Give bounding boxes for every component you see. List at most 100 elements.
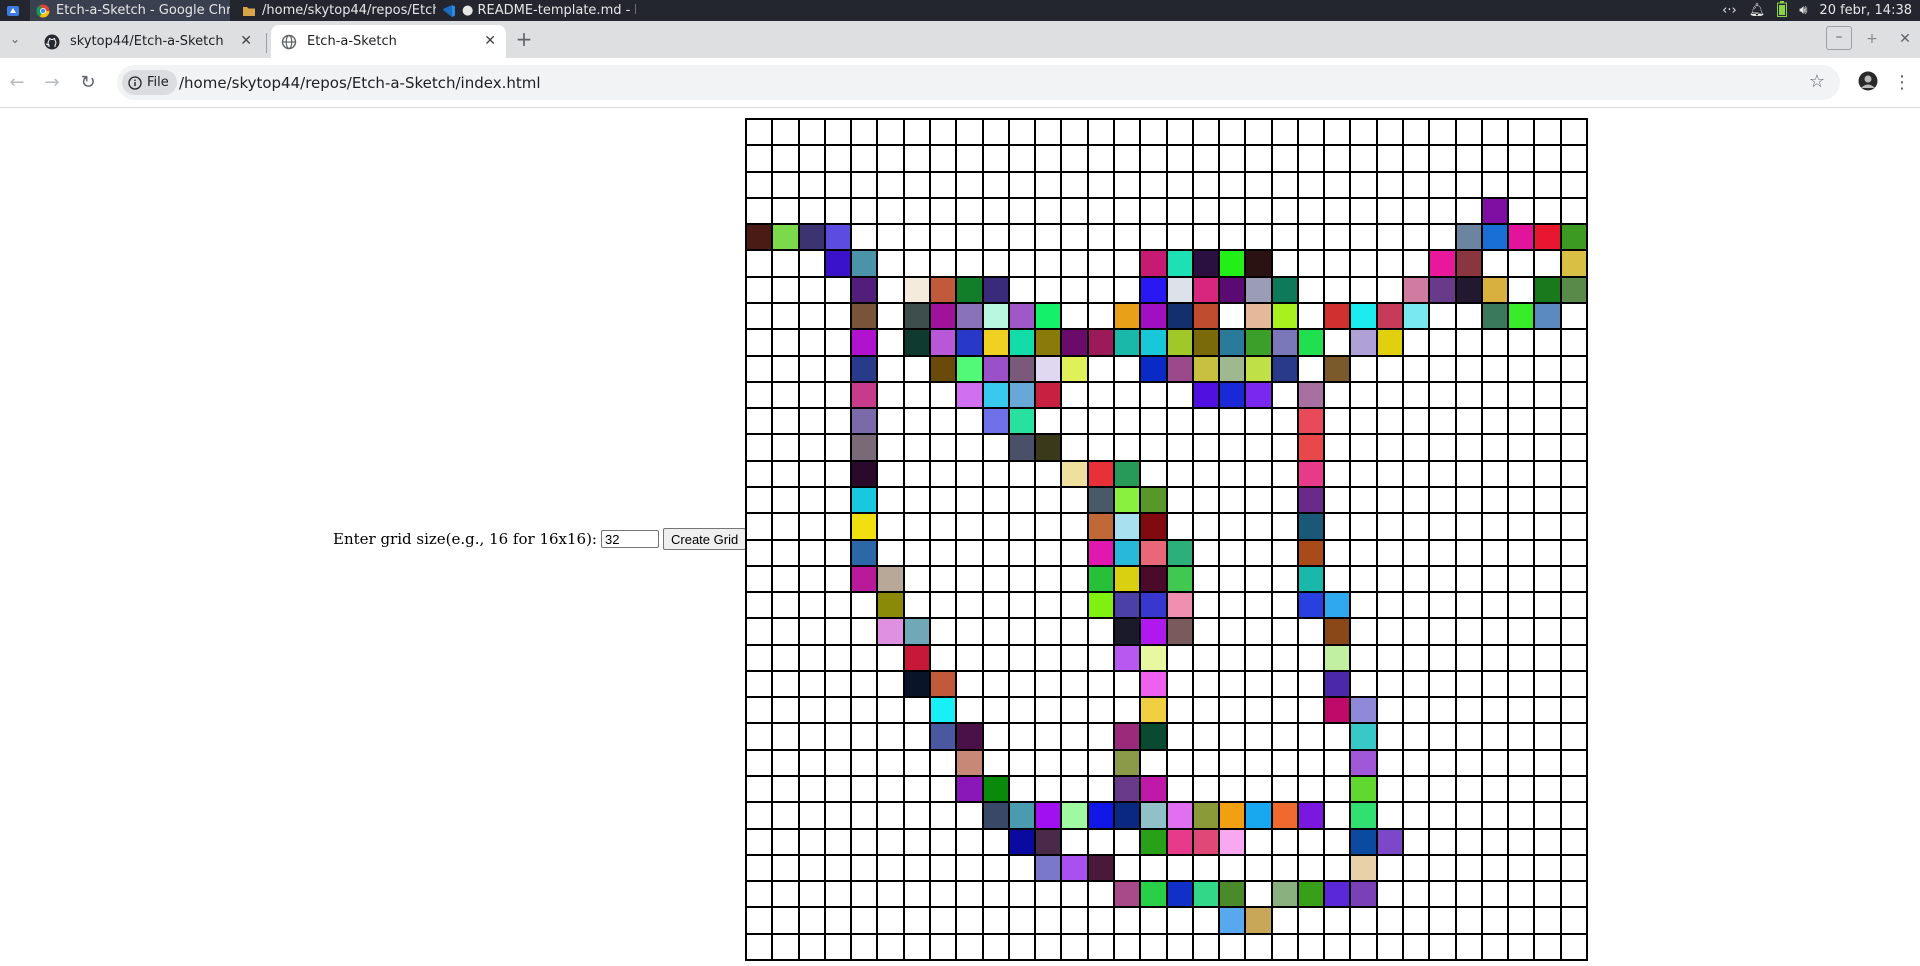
grid-cell[interactable]: [982, 592, 1009, 619]
grid-cell[interactable]: [1403, 408, 1430, 435]
grid-cell[interactable]: [1508, 355, 1535, 382]
grid-cell[interactable]: [982, 723, 1009, 750]
grid-cell[interactable]: [1035, 329, 1062, 356]
grid-cell[interactable]: [877, 171, 904, 198]
grid-cell[interactable]: [1271, 460, 1298, 487]
network-icon[interactable]: ‹·›: [1722, 3, 1737, 18]
grid-cell[interactable]: [851, 460, 878, 487]
url-text[interactable]: /home/skytop44/repos/Etch-a-Sketch/index…: [179, 74, 541, 92]
grid-cell[interactable]: [824, 408, 852, 435]
grid-cell[interactable]: [1350, 749, 1377, 777]
grid-cell[interactable]: [1376, 749, 1404, 777]
grid-cell[interactable]: [1297, 881, 1325, 908]
grid-cell[interactable]: [1350, 250, 1377, 277]
grid-cell[interactable]: [956, 670, 983, 698]
grid-cell[interactable]: [1376, 565, 1404, 593]
battery-icon[interactable]: [1777, 0, 1788, 21]
grid-cell[interactable]: [1481, 565, 1509, 593]
grid-cell[interactable]: [1560, 592, 1587, 619]
grid-cell[interactable]: [772, 434, 799, 461]
grid-cell[interactable]: [1534, 119, 1561, 146]
grid-cell[interactable]: [851, 854, 878, 882]
grid-cell[interactable]: [1560, 302, 1587, 330]
profile-avatar[interactable]: [1856, 71, 1880, 95]
grid-cell[interactable]: [903, 224, 930, 251]
grid-cell[interactable]: [1350, 197, 1377, 225]
grid-cell[interactable]: [1061, 907, 1088, 934]
grid-cell[interactable]: [1061, 250, 1088, 277]
grid-cell[interactable]: [929, 145, 957, 172]
grid-cell[interactable]: [1245, 486, 1272, 514]
grid-cell[interactable]: [1560, 276, 1587, 303]
grid-cell[interactable]: [1455, 592, 1482, 619]
grid-cell[interactable]: [1403, 250, 1430, 277]
grid-cell[interactable]: [903, 644, 930, 671]
grid-cell[interactable]: [1087, 434, 1114, 461]
grid-cell[interactable]: [1271, 644, 1298, 671]
grid-cell[interactable]: [1008, 881, 1036, 908]
sketch-grid[interactable]: [745, 118, 1588, 961]
grid-cell[interactable]: [1061, 539, 1088, 566]
grid-cell[interactable]: [1140, 723, 1167, 750]
grid-cell[interactable]: [824, 355, 852, 382]
grid-cell[interactable]: [746, 302, 773, 330]
grid-cell[interactable]: [746, 828, 773, 855]
grid-cell[interactable]: [1035, 224, 1062, 251]
grid-cell[interactable]: [1140, 434, 1167, 461]
grid-cell[interactable]: [929, 460, 957, 487]
grid-cell[interactable]: [1376, 171, 1404, 198]
tab-github[interactable]: skytop44/Etch-a-Sketch ✕: [34, 25, 262, 58]
grid-cell[interactable]: [1245, 618, 1272, 645]
grid-cell[interactable]: [798, 434, 825, 461]
grid-cell[interactable]: [1455, 828, 1482, 855]
grid-cell[interactable]: [1534, 539, 1561, 566]
grid-cell[interactable]: [1534, 329, 1561, 356]
grid-cell[interactable]: [1166, 329, 1193, 356]
grid-cell[interactable]: [824, 329, 852, 356]
grid-cell[interactable]: [982, 276, 1009, 303]
grid-cell[interactable]: [824, 907, 852, 934]
grid-cell[interactable]: [1297, 618, 1325, 645]
grid-cell[interactable]: [1271, 171, 1298, 198]
grid-cell[interactable]: [798, 355, 825, 382]
grid-cell[interactable]: [1166, 697, 1193, 724]
grid-cell[interactable]: [1508, 197, 1535, 225]
grid-cell[interactable]: [1035, 119, 1062, 146]
grid-cell[interactable]: [1061, 381, 1088, 409]
grid-cell[interactable]: [1035, 802, 1062, 829]
grid-cell[interactable]: [1350, 828, 1377, 855]
grid-cell[interactable]: [1192, 119, 1220, 146]
grid-cell[interactable]: [1245, 644, 1272, 671]
volume-icon[interactable]: 🔊︎: [1799, 3, 1807, 18]
grid-cell[interactable]: [1166, 618, 1193, 645]
grid-cell[interactable]: [956, 776, 983, 803]
grid-cell[interactable]: [772, 802, 799, 829]
grid-cell[interactable]: [1035, 513, 1062, 540]
grid-cell[interactable]: [1350, 329, 1377, 356]
grid-cell[interactable]: [1455, 197, 1482, 225]
grid-cell[interactable]: [903, 171, 930, 198]
grid-cell[interactable]: [1061, 802, 1088, 829]
grid-cell[interactable]: [1560, 224, 1587, 251]
grid-cell[interactable]: [798, 171, 825, 198]
grid-cell[interactable]: [1481, 854, 1509, 882]
grid-cell[interactable]: [1035, 697, 1062, 724]
grid-cell[interactable]: [851, 119, 878, 146]
grid-cell[interactable]: [1508, 145, 1535, 172]
grid-cell[interactable]: [903, 802, 930, 829]
grid-cell[interactable]: [1271, 907, 1298, 934]
grid-cell[interactable]: [824, 854, 852, 882]
grid-cell[interactable]: [1087, 513, 1114, 540]
grid-cell[interactable]: [1245, 539, 1272, 566]
grid-cell[interactable]: [851, 355, 878, 382]
grid-cell[interactable]: [746, 539, 773, 566]
grid-cell[interactable]: [1166, 460, 1193, 487]
grid-cell[interactable]: [1429, 486, 1456, 514]
grid-cell[interactable]: [903, 670, 930, 698]
grid-cell[interactable]: [1271, 618, 1298, 645]
grid-cell[interactable]: [1192, 618, 1220, 645]
grid-cell[interactable]: [1403, 697, 1430, 724]
grid-cell[interactable]: [1271, 670, 1298, 698]
grid-cell[interactable]: [1534, 171, 1561, 198]
site-info-chip[interactable]: File: [122, 70, 177, 95]
